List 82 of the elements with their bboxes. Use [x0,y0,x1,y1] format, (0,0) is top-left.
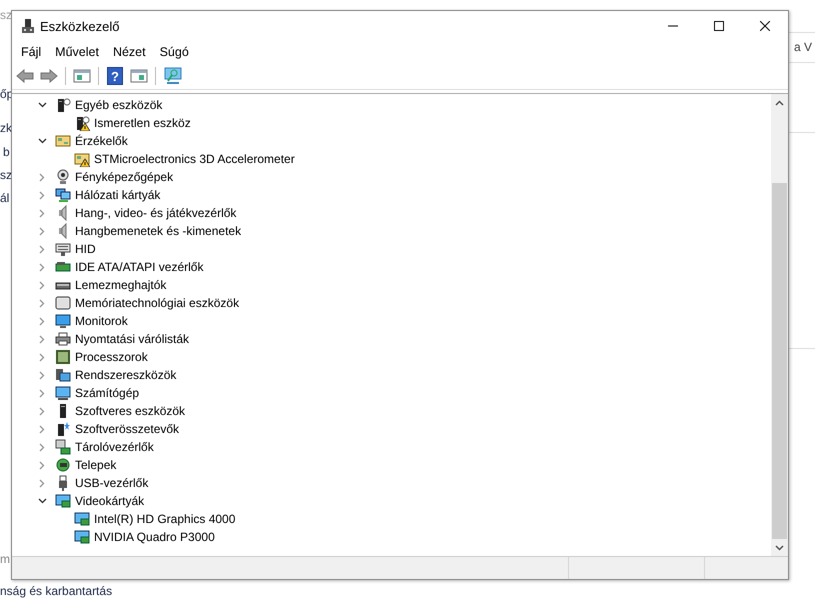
maximize-icon [714,21,724,31]
background-text: b [3,145,10,159]
display-card-icon [55,493,71,509]
expand-chevron-icon[interactable] [37,262,47,272]
chip-icon [55,349,71,365]
device-icon [55,97,71,113]
close-icon [760,21,770,31]
tree-item[interactable]: Hang-, video- és játékvezérlők [75,205,236,221]
storage-icon [55,439,71,455]
expand-chevron-icon[interactable] [37,442,47,452]
tree-item[interactable]: USB-vezérlők [75,475,148,491]
menu-item[interactable]: Súgó [152,43,196,61]
tree-item[interactable]: NVIDIA Quadro P3000 [94,529,215,545]
tree-item[interactable]: Tárolóvezérlők [75,439,154,455]
collapse-chevron-icon[interactable] [37,496,47,506]
tree-item[interactable]: Számítógép [75,385,140,401]
tree-item[interactable]: Hangbemenetek és -kimenetek [75,223,242,239]
background-text: a V [794,40,812,54]
tree-item[interactable]: Videokártyák [75,493,144,509]
expand-chevron-icon[interactable] [37,244,47,254]
expand-chevron-icon[interactable] [37,370,47,380]
menu-item[interactable]: Nézet [106,43,153,61]
tree-item[interactable]: Lemezmeghajtók [75,277,166,293]
background-text: zk [0,121,12,135]
tree-item[interactable]: Monitorok [75,313,128,329]
background-text: nság és karbantartás [0,584,112,598]
expand-chevron-icon[interactable] [37,352,47,362]
collapse-chevron-icon[interactable] [37,100,47,110]
tree-item[interactable]: Memóriatechnológiai eszközök [75,295,240,311]
menu-item[interactable]: Művelet [48,43,106,61]
memory-card-icon [55,295,71,311]
window-title: Eszközkezelő [40,18,120,34]
monitor-icon [55,313,71,329]
battery-icon [55,457,71,473]
background-text: ál [0,191,10,205]
expand-chevron-icon[interactable] [37,208,47,218]
tree-item[interactable]: Rendszereszközök [75,367,176,383]
tree-item[interactable]: Nyomtatási várólisták [75,331,190,347]
background-text: sz [0,168,12,182]
collapse-chevron-icon[interactable] [37,136,47,146]
computer-icon [55,385,71,401]
display-card-icon [74,529,90,545]
tree-item[interactable]: HID [75,241,96,257]
tree-item[interactable]: IDE ATA/ATAPI vezérlők [75,259,204,275]
background-text: sz [0,8,12,22]
tree-item[interactable]: Szoftverösszetevők [75,421,180,437]
scroll-thumb[interactable] [772,183,787,539]
background-text: m [0,552,10,566]
keyboard-icon [55,241,71,257]
expand-chevron-icon[interactable] [37,190,47,200]
system-icon [55,367,71,383]
tree-item[interactable]: Hálózati kártyák [75,187,160,203]
tree-item[interactable]: Érzékelők [75,133,128,149]
tree-item[interactable]: Szoftveres eszközök [75,403,186,419]
tree-item[interactable]: STMicroelectronics 3D Accelerometer [94,151,295,167]
expand-chevron-icon[interactable] [37,226,47,236]
expand-chevron-icon[interactable] [37,478,47,488]
expand-chevron-icon[interactable] [37,460,47,470]
expand-chevron-icon[interactable] [37,334,47,344]
display-card-icon [74,511,90,527]
device-manager-icon [20,18,36,34]
webcam-icon [55,169,71,185]
tree-item[interactable]: Intel(R) HD Graphics 4000 [94,511,236,527]
expand-chevron-icon[interactable] [37,406,47,416]
tree-item[interactable]: Ismeretlen eszköz [94,115,191,131]
menu-item[interactable]: Fájl [14,43,48,61]
help-button[interactable]: ? [107,67,123,85]
expand-chevron-icon[interactable] [37,424,47,434]
expand-chevron-icon[interactable] [37,388,47,398]
scrollbar[interactable] [771,94,788,556]
expand-chevron-icon[interactable] [37,316,47,326]
tree-item[interactable]: Processzorok [75,349,148,365]
tree-item[interactable]: Egyéb eszközök [75,97,162,113]
printer-icon [55,331,71,347]
tower-icon [55,421,71,437]
expand-chevron-icon[interactable] [37,172,47,182]
network-monitors-icon [55,187,71,203]
expand-chevron-icon[interactable] [37,298,47,308]
expand-chevron-icon[interactable] [37,280,47,290]
tree-item[interactable]: Fényképezőgépek [75,169,174,185]
tree-item[interactable]: Telepek [75,457,116,473]
sensor-card-icon [55,133,71,149]
